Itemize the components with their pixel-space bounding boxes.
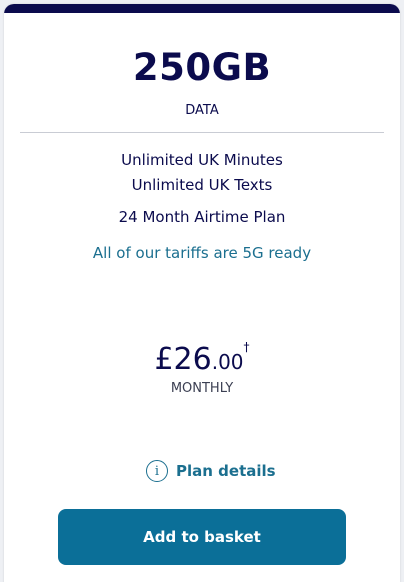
price-main: £26 [154, 342, 212, 377]
info-icon: i [146, 460, 168, 482]
feature-texts: Unlimited UK Texts [131, 176, 273, 194]
plan-card: 250GB DATA Unlimited UK Minutes Unlimite… [4, 4, 400, 582]
divider [20, 132, 384, 133]
price-footnote-mark: † [243, 340, 250, 354]
monthly-price: £26.00† [4, 340, 400, 377]
plan-details-label: Plan details [176, 462, 276, 480]
add-to-basket-button[interactable]: Add to basket [58, 509, 346, 565]
price-decimal: .00 [211, 350, 244, 374]
data-label: DATA [185, 103, 219, 118]
card-top-accent [4, 4, 400, 13]
data-amount: 250GB [132, 46, 272, 89]
tariff-5g-note: All of our tariffs are 5G ready [92, 244, 312, 262]
page: 250GB DATA Unlimited UK Minutes Unlimite… [0, 0, 404, 582]
price-period: MONTHLY [170, 381, 234, 396]
feature-contract-length: 24 Month Airtime Plan [118, 208, 286, 226]
feature-minutes: Unlimited UK Minutes [121, 151, 283, 169]
plan-details-link[interactable]: i Plan details [146, 458, 276, 484]
